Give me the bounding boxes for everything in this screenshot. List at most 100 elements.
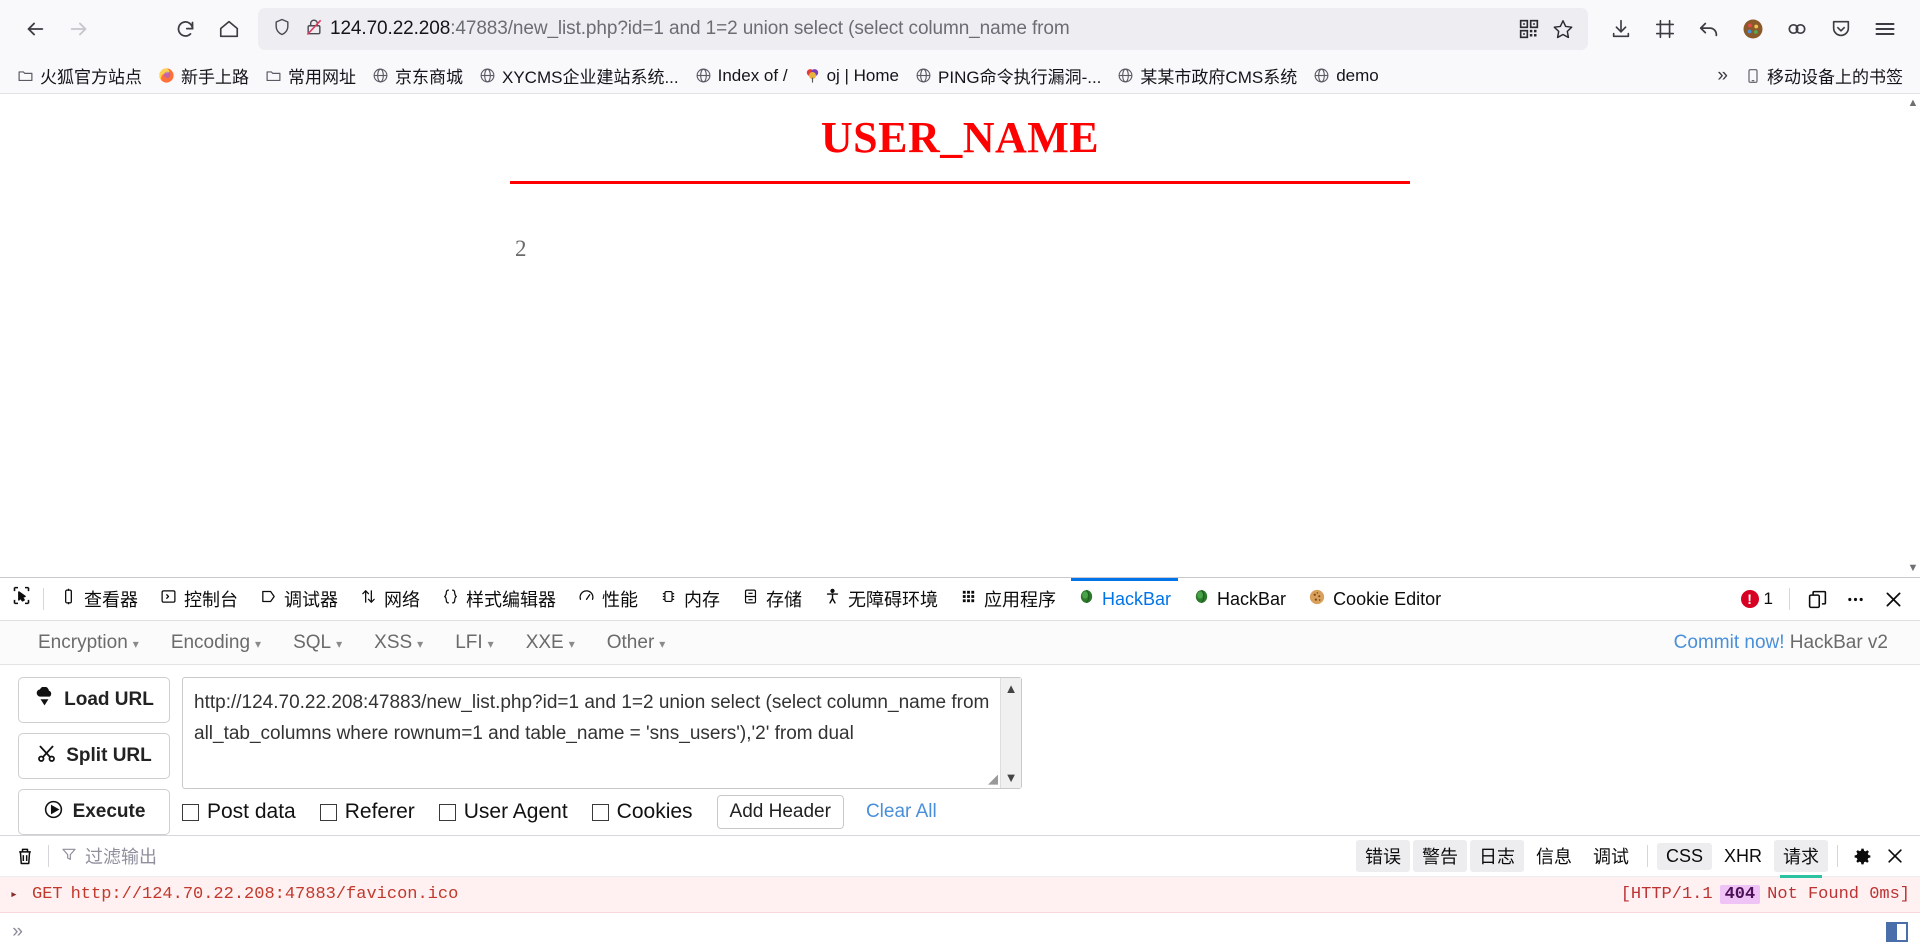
devtools-tab-performance[interactable]: 性能 (567, 578, 649, 620)
console-filter-requests[interactable]: 请求 (1774, 840, 1828, 878)
element-picker-icon[interactable] (4, 578, 38, 612)
performance-icon (578, 588, 595, 610)
screenshot-icon[interactable] (1644, 8, 1686, 50)
console-filter-xhr[interactable]: XHR (1715, 843, 1771, 870)
checkbox-post-data[interactable]: Post data (182, 800, 296, 824)
console-filter-logs[interactable]: 日志 (1469, 840, 1524, 872)
tracking-protection-shield-icon[interactable] (272, 17, 292, 42)
devtools-tab-storage[interactable]: 存储 (731, 578, 813, 620)
url-bar[interactable]: 124.70.22.208:47883/new_list.php?id=1 an… (258, 8, 1588, 50)
console-filter-css[interactable]: CSS (1656, 842, 1712, 870)
checkbox-cookies[interactable]: Cookies (591, 800, 693, 824)
split-console-icon[interactable] (1886, 922, 1908, 942)
clear-all-link[interactable]: Clear All (866, 801, 937, 823)
hackbar-menu-xss[interactable]: XSS ▾ (358, 626, 439, 660)
scroll-up-arrow[interactable]: ▲ (1908, 94, 1919, 112)
devtools-tab-cookie-editor[interactable]: Cookie Editor (1297, 578, 1452, 620)
console-filter-info[interactable]: 信息 (1527, 840, 1581, 872)
bookmark-item[interactable]: 火狐官方站点 (10, 59, 149, 92)
clear-console-icon[interactable] (10, 841, 40, 871)
url-text[interactable]: 124.70.22.208:47883/new_list.php?id=1 an… (330, 18, 1512, 40)
devtools-tab-accessibility[interactable]: 无障碍环境 (813, 578, 949, 620)
menu-label: XSS (374, 631, 413, 653)
page-scrollbar[interactable]: ▲ ▼ (1906, 94, 1920, 577)
hackbar-menu-sql[interactable]: SQL ▾ (277, 626, 358, 660)
checkbox-box[interactable] (319, 803, 337, 821)
bookmark-item[interactable]: XYCMS企业建站系统... (472, 59, 686, 92)
hackbar-commit-link[interactable]: Commit now! HackBar v2 (1674, 632, 1898, 654)
menu-icon[interactable] (1864, 8, 1906, 50)
bookmark-item[interactable]: PING命令执行漏洞-... (908, 59, 1108, 92)
hackbar-menu-lfi[interactable]: LFI ▾ (439, 626, 509, 660)
bookmark-item[interactable]: Index of / (688, 62, 795, 90)
checkbox-box[interactable] (182, 803, 199, 821)
devtools-tab-hackbar[interactable]: HackBar (1182, 578, 1297, 620)
response-status-group: [HTTP/1.1 404 Not Found 0ms] (1621, 885, 1910, 904)
load-url-button[interactable]: Load URL (18, 677, 170, 723)
console-settings-icon[interactable] (1847, 841, 1877, 871)
console-message-row[interactable]: ▸ GET http://124.70.22.208:47883/favicon… (0, 877, 1920, 913)
hackbar-menu-encoding[interactable]: Encoding ▾ (155, 626, 277, 660)
back-button[interactable] (14, 8, 56, 50)
hackbar-menu-encryption[interactable]: Encryption ▾ (22, 626, 155, 660)
more-options-icon[interactable] (1838, 582, 1872, 616)
palette-icon[interactable] (1732, 8, 1774, 50)
mobile-bookmarks-item[interactable]: 移动设备上的书签 (1738, 59, 1910, 92)
devtools-tab-style-editor[interactable]: 样式编辑器 (431, 578, 567, 620)
dock-layout-icon[interactable] (1800, 582, 1834, 616)
devtools-tab-network[interactable]: 网络 (349, 578, 431, 620)
bookmark-item[interactable]: 某某市政府CMS系统 (1110, 59, 1304, 92)
qr-code-icon[interactable] (1512, 12, 1546, 46)
checkbox-referer[interactable]: Referer (319, 800, 415, 824)
devtools-tab-application[interactable]: 应用程序 (949, 578, 1067, 620)
console-filter-warnings[interactable]: 警告 (1412, 840, 1467, 872)
checkbox-label: Referer (344, 800, 415, 823)
forward-button[interactable] (58, 8, 100, 50)
bookmark-item[interactable]: demo (1306, 62, 1386, 90)
textarea-scrollbar[interactable]: ▲ ▼ (1000, 678, 1021, 788)
execute-button[interactable]: Execute (18, 789, 170, 835)
bookmark-star-icon[interactable] (1546, 12, 1580, 46)
bookmark-item[interactable]: 新手上路 (151, 59, 256, 92)
devtools-tab-console[interactable]: 控制台 (149, 578, 249, 620)
bookmarks-overflow-chevron[interactable]: » (1709, 61, 1736, 91)
bookmark-label: 新手上路 (181, 68, 249, 87)
devtools-tab-debugger[interactable]: 调试器 (249, 578, 349, 620)
reload-button[interactable] (164, 8, 206, 50)
hackbar-menu-other[interactable]: Other ▾ (591, 626, 682, 660)
hackbar-body: Load URL Split URL Execute http://124.70… (0, 665, 1920, 835)
devtools-tab-inspector[interactable]: 查看器 (49, 578, 149, 620)
console-filter-debug[interactable]: 调试 (1584, 840, 1638, 872)
scroll-up-arrow[interactable]: ▲ (1005, 681, 1018, 696)
close-devtools-icon[interactable] (1876, 582, 1910, 616)
close-console-icon[interactable] (1880, 841, 1910, 871)
console-command-input[interactable]: » (0, 913, 1920, 951)
error-count-badge[interactable]: ! 1 (1735, 589, 1779, 609)
undo-icon[interactable] (1688, 8, 1730, 50)
home-button[interactable] (208, 8, 250, 50)
bookmark-item[interactable]: oj | Home (797, 62, 906, 90)
url-textarea[interactable]: http://124.70.22.208:47883/new_list.php?… (182, 677, 1022, 789)
console-filter-errors[interactable]: 错误 (1355, 840, 1410, 872)
containers-icon[interactable] (1776, 8, 1818, 50)
checkbox-box[interactable] (438, 803, 456, 821)
add-header-button[interactable]: Add Header (716, 795, 844, 829)
scroll-down-arrow[interactable]: ▼ (1005, 770, 1018, 785)
devtools-tab-memory[interactable]: 内存 (649, 578, 731, 620)
save-to-pocket-icon[interactable] (1820, 8, 1862, 50)
scroll-down-arrow[interactable]: ▼ (1908, 559, 1919, 577)
checkbox-box[interactable] (591, 803, 609, 821)
checkbox-user-agent[interactable]: User Agent (438, 800, 568, 824)
console-filter-input[interactable]: 过滤输出 (57, 843, 157, 869)
menu-label: SQL (293, 631, 332, 653)
bookmark-item[interactable]: 京东商城 (365, 59, 470, 92)
split-url-button[interactable]: Split URL (18, 733, 170, 779)
textarea-resize-grip[interactable]: ◢ (988, 771, 998, 787)
bookmark-item[interactable]: 常用网址 (258, 59, 363, 92)
insecure-connection-icon[interactable] (304, 17, 324, 42)
expand-triangle-icon[interactable]: ▸ (10, 887, 24, 902)
download-icon[interactable] (1600, 8, 1642, 50)
hackbar-menu-xxe[interactable]: XXE ▾ (510, 626, 591, 660)
bookmark-label: demo (1336, 65, 1379, 85)
devtools-tab-hackbar-selected[interactable]: HackBar (1067, 578, 1182, 620)
